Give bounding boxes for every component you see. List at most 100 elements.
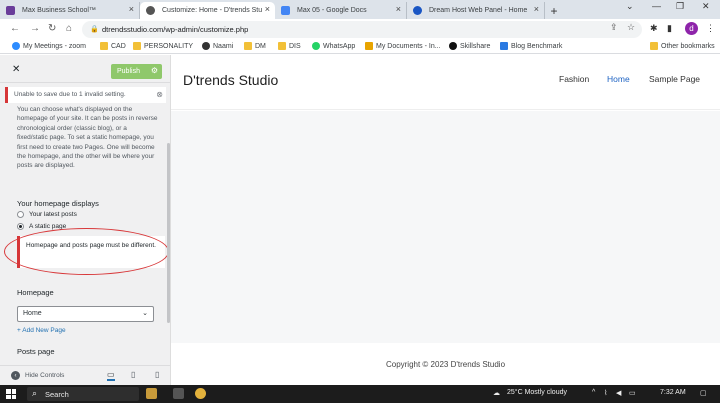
dismiss-icon[interactable]: ⊗ (156, 90, 163, 99)
chevron-down-icon: ⌄ (142, 310, 148, 317)
tab-title: Max Business School™ (22, 7, 96, 14)
homepage-select[interactable]: Home ⌄ (17, 306, 154, 322)
browser-tab-active[interactable]: Customize: Home - D'trends Stu × (140, 2, 275, 19)
side-panel-icon[interactable]: ▮ (667, 23, 672, 34)
tab-favicon (281, 6, 290, 15)
tab-search-icon[interactable]: ⌄ (626, 1, 634, 12)
sidebar-scrollbar[interactable] (167, 143, 170, 323)
bookmark-item[interactable]: My Meetings - zoom (12, 42, 86, 50)
forward-icon[interactable]: → (30, 23, 40, 34)
browser-tab-strip: Max Business School™ × Customize: Home -… (0, 0, 720, 19)
bookmark-star-icon[interactable]: ☆ (627, 22, 635, 33)
folder-icon (133, 42, 141, 50)
site-title[interactable]: D'trends Studio (183, 72, 278, 88)
reload-icon[interactable]: ↻ (48, 23, 56, 34)
nav-sample-page[interactable]: Sample Page (649, 74, 700, 84)
naami-icon (202, 42, 210, 50)
close-icon[interactable]: × (265, 4, 270, 14)
maximize-icon[interactable]: ❐ (676, 1, 684, 12)
close-icon[interactable]: ✕ (12, 64, 20, 75)
tab-title: Max 05 - Google Docs (297, 7, 367, 14)
radio-button[interactable] (17, 211, 24, 218)
gear-icon[interactable]: ⚙ (151, 66, 158, 75)
docs-icon (365, 42, 373, 50)
new-tab-button[interactable]: + (545, 2, 563, 19)
bookmark-folder[interactable]: PERSONALITY (133, 42, 193, 50)
weather-icon[interactable]: ☁ (493, 389, 500, 397)
network-icon[interactable]: ⌇ (604, 389, 607, 397)
homepage-label: Homepage (17, 288, 54, 297)
bookmark-item[interactable]: Skillshare (449, 42, 490, 50)
nav-home[interactable]: Home (607, 74, 630, 84)
windows-start-icon[interactable] (6, 389, 16, 399)
back-icon[interactable]: ← (10, 23, 20, 34)
bookmark-item[interactable]: WhatsApp (312, 42, 355, 50)
close-icon[interactable]: × (396, 4, 401, 14)
collapse-icon: ‹ (11, 371, 20, 380)
profile-avatar[interactable]: d (685, 22, 698, 35)
tab-title: Dream Host Web Panel - Home (429, 7, 528, 14)
bookmarks-bar: My Meetings - zoom CAD PERSONALITY Naami… (0, 40, 720, 54)
desktop-preview-icon[interactable]: ▭ (107, 370, 115, 381)
site-header: D'trends Studio Fashion Home Sample Page (171, 55, 720, 110)
notification-icon[interactable]: ▢ (700, 389, 707, 397)
lock-icon[interactable]: 🔒 (90, 25, 99, 33)
extensions-icon[interactable]: ✱ (650, 23, 658, 34)
browser-tab[interactable]: Max 05 - Google Docs × (275, 2, 407, 19)
homepage-description: You can choose what's displayed on the h… (17, 106, 158, 170)
clock[interactable]: 7:32 AM (660, 389, 686, 396)
volume-icon[interactable]: ◀ (616, 389, 621, 397)
close-window-icon[interactable]: ✕ (702, 1, 710, 12)
posts-page-label: Posts page (17, 347, 55, 356)
battery-icon[interactable]: ▭ (629, 389, 636, 397)
customizer-footer: ‹ Hide Controls ▭ ▯ ▯ (0, 365, 170, 385)
address-bar[interactable]: 🔒 dtrendsstudio.com/wp-admin/customize.p… (82, 21, 642, 38)
bookmark-folder[interactable]: DIS (278, 42, 301, 50)
task-view-icon[interactable] (173, 388, 184, 399)
browser-toolbar: ← → ↻ ⌂ 🔒 dtrendsstudio.com/wp-admin/cus… (0, 19, 720, 40)
tablet-preview-icon[interactable]: ▯ (131, 370, 135, 379)
publish-button[interactable]: Publish ⚙ (111, 64, 162, 79)
close-icon[interactable]: × (129, 4, 134, 14)
browser-tab[interactable]: Dream Host Web Panel - Home × (407, 2, 545, 19)
browser-tab[interactable]: Max Business School™ × (0, 2, 140, 19)
site-footer: Copyright © 2023 D'trends Studio (171, 343, 720, 385)
copyright-text: Copyright © 2023 D'trends Studio (385, 360, 506, 369)
nav-fashion[interactable]: Fashion (559, 74, 589, 84)
mobile-preview-icon[interactable]: ▯ (155, 370, 159, 379)
tab-favicon (6, 6, 15, 15)
weather-text[interactable]: 25°C Mostly cloudy (507, 389, 567, 396)
tray-overflow-icon[interactable]: ^ (592, 389, 595, 396)
close-icon[interactable]: × (534, 4, 539, 14)
customizer-sidebar: ✕ Publish ⚙ Unable to save due to 1 inva… (0, 55, 171, 385)
content-area (171, 111, 720, 343)
bookmark-item[interactable]: Blog Benchmark (500, 42, 562, 50)
menu-icon[interactable]: ⋮ (706, 23, 715, 34)
bookmark-item[interactable]: My Documents - In... (365, 42, 441, 50)
taskbar-search[interactable]: ⌕ Search (27, 387, 139, 401)
save-error-notice: Unable to save due to 1 invalid setting.… (5, 87, 166, 103)
tab-favicon (146, 6, 155, 15)
blog-icon (500, 42, 508, 50)
folder-icon (278, 42, 286, 50)
zoom-icon (12, 42, 20, 50)
bookmark-item[interactable]: Naami (202, 42, 233, 50)
bookmark-folder[interactable]: DM (244, 42, 266, 50)
add-new-page-link[interactable]: + Add New Page (17, 327, 66, 334)
other-bookmarks[interactable]: Other bookmarks (650, 42, 715, 50)
chrome-icon[interactable] (195, 388, 206, 399)
homepage-displays-label: Your homepage displays (17, 199, 99, 208)
url-text: dtrendsstudio.com/wp-admin/customize.php (102, 25, 249, 34)
radio-button-selected[interactable] (17, 223, 24, 230)
folder-icon (650, 42, 658, 50)
hide-controls-button[interactable]: ‹ Hide Controls (11, 371, 64, 380)
bookmark-folder[interactable]: CAD (100, 42, 126, 50)
search-icon: ⌕ (32, 388, 38, 398)
home-icon[interactable]: ⌂ (66, 23, 72, 34)
windows-taskbar: ⌕ Search ☁ 25°C Mostly cloudy ^ ⌇ ◀ ▭ 7:… (0, 385, 720, 403)
tab-title: Customize: Home - D'trends Stu (162, 7, 263, 14)
minimize-icon[interactable]: — (652, 1, 661, 11)
widgets-icon[interactable] (146, 388, 157, 399)
share-icon[interactable]: ⇪ (610, 22, 618, 33)
radio-latest-posts[interactable]: Your latest posts (17, 211, 77, 218)
